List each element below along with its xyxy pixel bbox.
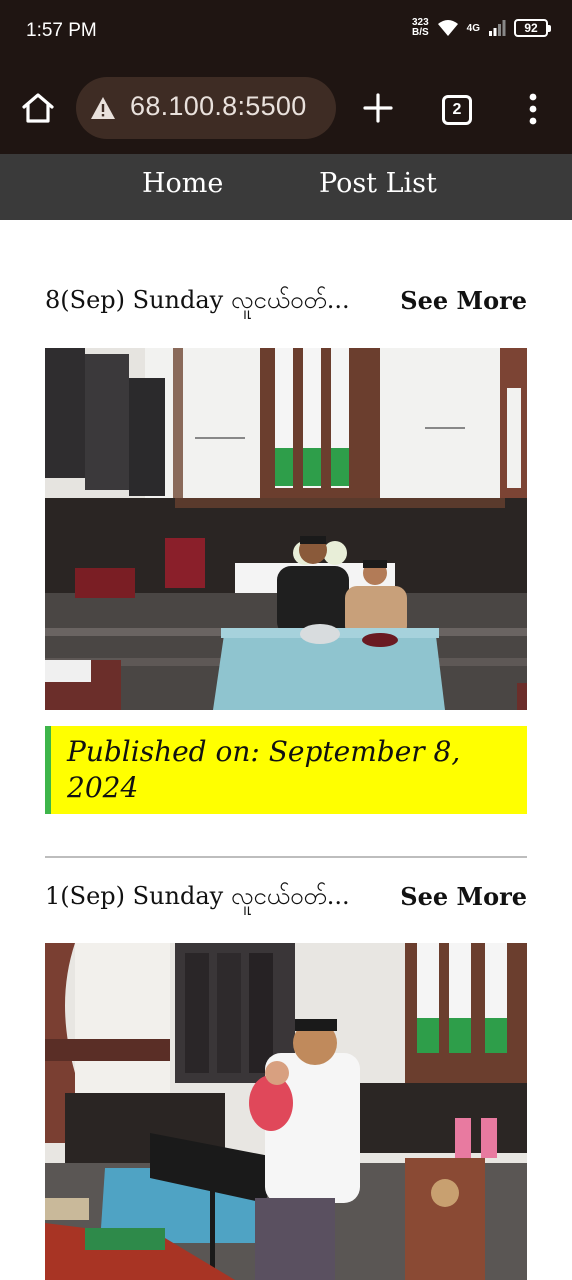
home-icon[interactable]: [20, 90, 56, 126]
post-divider: [45, 856, 527, 858]
net-speed: 323 B/S: [412, 18, 429, 38]
post-card: 1(Sep) Sunday လူငယ်ဝတ်... See More: [45, 880, 527, 1280]
see-more-button[interactable]: See More: [400, 286, 527, 315]
status-time: 1:57 PM: [26, 20, 97, 41]
browser-toolbar: 68.100.8:5500 2: [0, 62, 572, 154]
address-bar[interactable]: 68.100.8:5500: [76, 77, 336, 139]
site-nav: Home Post List: [0, 154, 572, 220]
post-image[interactable]: [45, 943, 527, 1280]
network-type: 4G: [466, 22, 480, 34]
signal-icon: [489, 20, 506, 36]
net-speed-unit: B/S: [411, 27, 429, 38]
published-date: Published on: September 8, 2024: [45, 726, 527, 814]
nav-post-list-link[interactable]: Post List: [319, 168, 437, 199]
warning-icon[interactable]: [90, 95, 116, 121]
post-header: 8(Sep) Sunday လူငယ်ဝတ်... See More: [45, 284, 527, 344]
post-header: 1(Sep) Sunday လူငယ်ဝတ်... See More: [45, 880, 527, 940]
see-more-button[interactable]: See More: [400, 882, 527, 911]
tab-switcher-button[interactable]: 2: [442, 95, 472, 125]
post-image[interactable]: [45, 348, 527, 710]
post-card: 8(Sep) Sunday လူငယ်ဝတ်... See More Publi…: [45, 284, 527, 814]
post-title: 1(Sep) Sunday လူငယ်ဝတ်...: [45, 882, 350, 910]
nav-home-link[interactable]: Home: [142, 168, 223, 199]
status-bar: 1:57 PM 323 B/S 4G 92: [0, 0, 572, 62]
post-title: 8(Sep) Sunday လူငယ်ဝတ်...: [45, 286, 350, 314]
status-icons: 323 B/S 4G 92: [412, 18, 551, 38]
url-text[interactable]: 68.100.8:5500: [130, 91, 307, 122]
battery-icon: 92: [514, 19, 551, 37]
plus-icon[interactable]: [362, 92, 394, 124]
more-vert-icon[interactable]: [522, 92, 544, 126]
wifi-icon: [437, 20, 458, 36]
